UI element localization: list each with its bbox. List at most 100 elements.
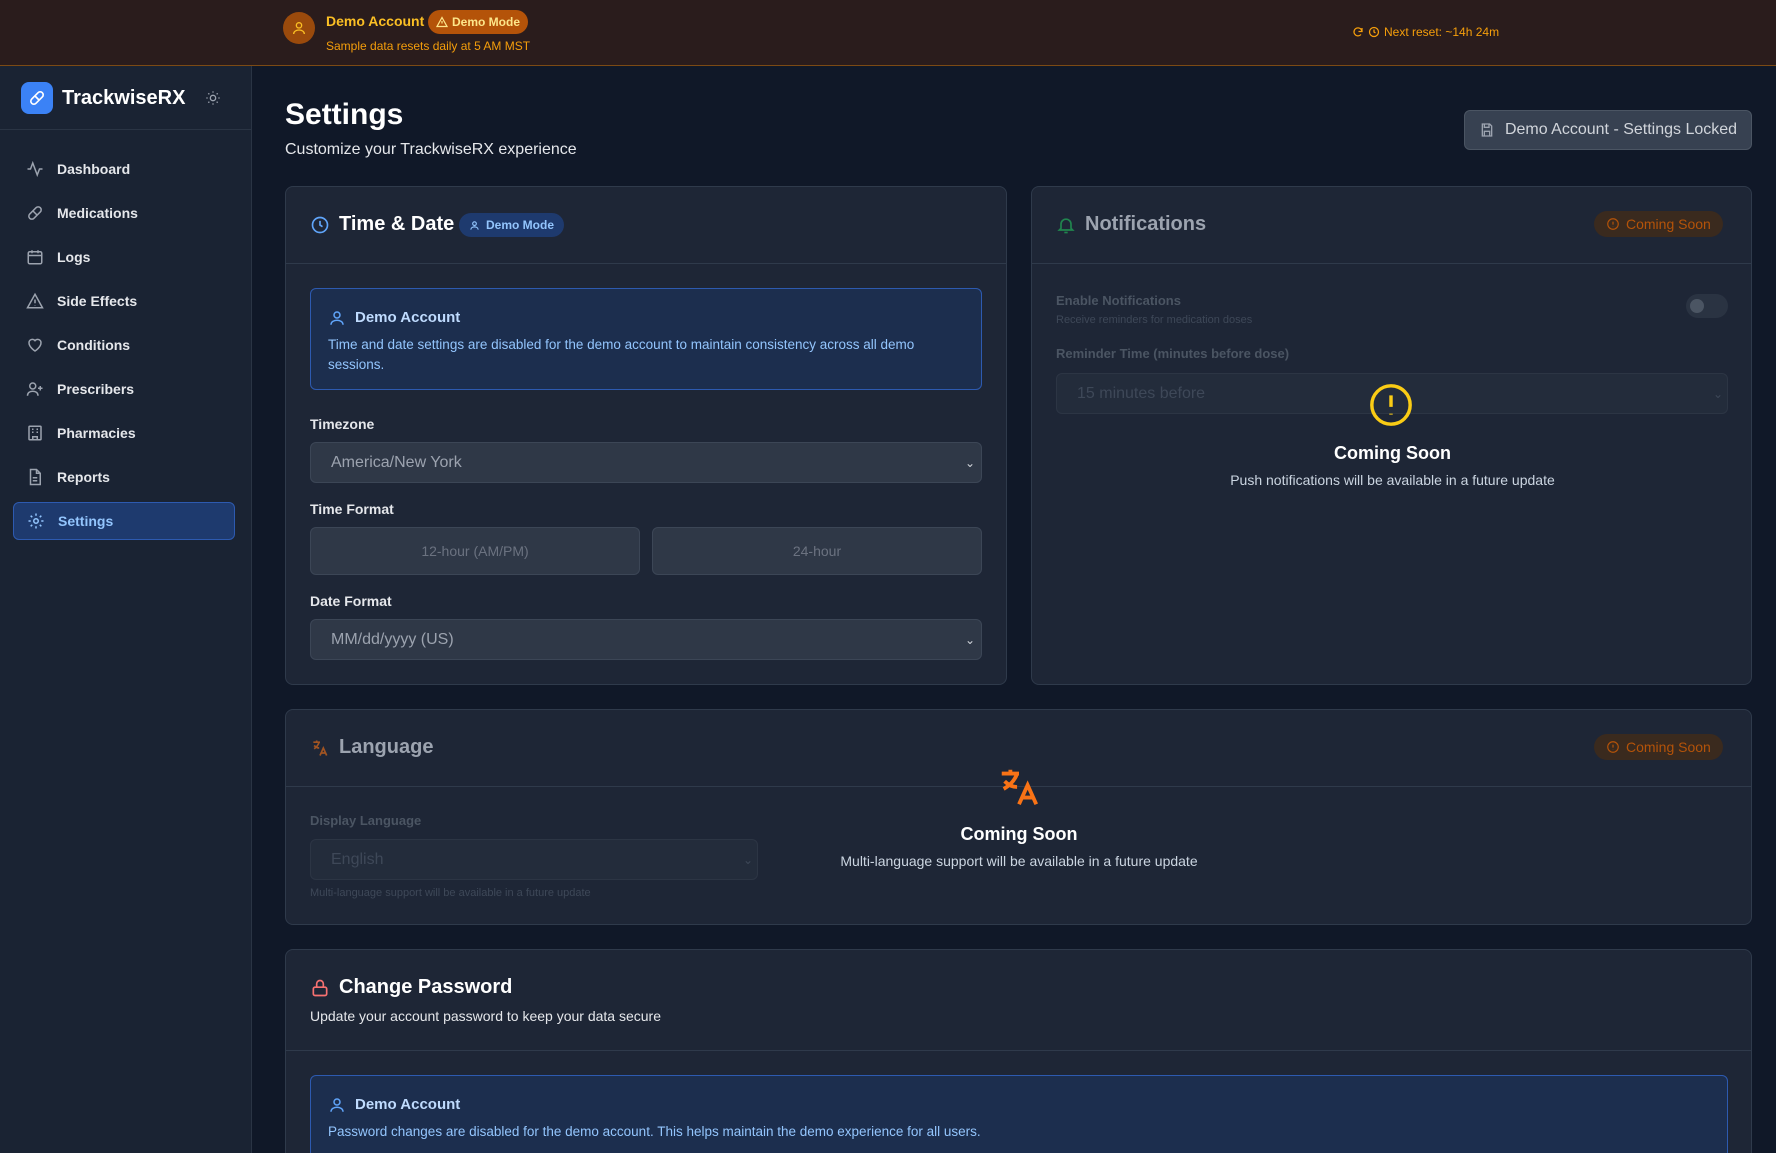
reset-timer: Next reset: ~14h 24m [1352, 25, 1499, 39]
alert-circle-icon [1607, 218, 1619, 230]
page-subtitle: Customize your TrackwiseRX experience [285, 141, 577, 158]
date-format-select[interactable]: MM/dd/yyyy (US) ⌄ [310, 619, 982, 660]
sidebar-item-label: Side Effects [57, 293, 138, 309]
sidebar-item-prescribers[interactable]: Prescribers [13, 370, 235, 408]
translate-icon [1001, 769, 1038, 806]
notifications-title: Notifications [1085, 213, 1207, 235]
reset-timer-label: Next reset: ~14h 24m [1384, 25, 1500, 39]
sidebar-item-label: Reports [57, 469, 110, 485]
notice-title: Demo Account [355, 1096, 461, 1113]
language-card: Language Coming Soon Display Language En… [285, 709, 1752, 925]
time-format-12h-label: 12-hour (AM/PM) [421, 543, 529, 559]
sidebar-item-medications[interactable]: Medications [13, 194, 235, 232]
reminder-time-value: 15 minutes before [1077, 384, 1206, 402]
demo-banner: Demo Account Demo Mode Sample data reset… [0, 0, 1776, 66]
coming-soon-label: Coming Soon [1626, 216, 1711, 232]
demo-mode-badge: Demo Mode [428, 10, 529, 34]
demo-mode-badge-label: Demo Mode [452, 15, 521, 29]
user-icon [283, 12, 315, 44]
notice-title: Demo Account [355, 309, 461, 326]
time-format-label: Time Format [310, 501, 394, 517]
user-icon [470, 220, 479, 230]
brand-name: TrackwiseRX [62, 87, 186, 109]
sidebar-item-settings[interactable]: Settings [13, 502, 235, 540]
time-format-24h-button[interactable]: 24-hour [652, 527, 982, 575]
change-password-card: Change Password Update your account pass… [285, 949, 1752, 1153]
heart-icon [25, 335, 45, 355]
pill-logo-icon [21, 82, 53, 114]
display-language-label: Display Language [310, 813, 422, 828]
sun-icon[interactable] [204, 89, 222, 107]
sidebar-item-dashboard[interactable]: Dashboard [13, 150, 235, 188]
chevron-down-icon: ⌄ [1712, 387, 1723, 401]
coming-soon-badge: Coming Soon [1594, 211, 1723, 237]
alert-circle-icon [1370, 384, 1412, 426]
enable-notifications-desc: Receive reminders for medication doses [1056, 314, 1253, 326]
user-plus-icon [25, 379, 45, 399]
sidebar-item-label: Prescribers [57, 381, 135, 397]
time-date-header: Time & Date Demo Mode [286, 187, 1006, 264]
calendar-icon [25, 247, 45, 267]
sidebar-item-label: Conditions [57, 337, 131, 353]
warning-icon [436, 16, 448, 28]
gear-icon [26, 511, 46, 531]
timezone-label: Timezone [310, 416, 375, 432]
notice-text: Time and date settings are disabled for … [328, 337, 915, 372]
settings-locked-button[interactable]: Demo Account - Settings Locked [1464, 110, 1752, 150]
page-title: Settings [285, 98, 404, 131]
alert-circle-icon [1607, 741, 1619, 753]
banner-subtitle: Sample data resets daily at 5 AM MST [326, 39, 531, 53]
notifications-card: Notifications Coming Soon Enable Notific… [1031, 186, 1752, 685]
change-password-subtitle: Update your account password to keep you… [310, 1008, 661, 1024]
lock-icon [312, 979, 328, 997]
change-password-header: Change Password Update your account pass… [286, 950, 1751, 1051]
reminder-time-label: Reminder Time (minutes before dose) [1056, 346, 1290, 361]
translate-icon [313, 740, 328, 756]
brand: TrackwiseRX [0, 66, 251, 130]
coming-soon-badge: Coming Soon [1594, 734, 1723, 760]
chevron-down-icon: ⌄ [964, 633, 975, 647]
demo-account-notice: Demo Account Time and date settings are … [310, 288, 982, 390]
building-icon [25, 423, 45, 443]
demo-mode-badge-label: Demo Mode [486, 218, 555, 232]
clock-icon [311, 216, 329, 234]
user-icon [330, 1098, 344, 1112]
demo-mode-badge: Demo Mode [459, 213, 565, 237]
time-date-card: Time & Date Demo Mode Demo Account Time … [285, 186, 1007, 685]
banner-account-name: Demo Account [326, 13, 425, 29]
sidebar: TrackwiseRX Dashboard Medications Logs S… [0, 66, 252, 1153]
pill-icon [25, 203, 45, 223]
bell-icon [1057, 218, 1075, 234]
notice-text: Password changes are disabled for the de… [328, 1124, 981, 1139]
settings-locked-label: Demo Account - Settings Locked [1504, 121, 1738, 138]
clock-icon [1368, 26, 1380, 38]
sidebar-item-label: Dashboard [57, 161, 131, 177]
sidebar-item-conditions[interactable]: Conditions [13, 326, 235, 364]
display-language-select[interactable]: English ⌄ [310, 839, 758, 880]
sidebar-item-label: Medications [57, 205, 138, 221]
date-format-value: MM/dd/yyyy (US) [331, 630, 454, 648]
date-format-label: Date Format [310, 593, 392, 609]
warning-icon [25, 291, 45, 311]
notifications-coming-soon-text: Push notifications will be available in … [1230, 472, 1555, 488]
sidebar-item-label: Logs [57, 249, 91, 265]
notifications-coming-soon-title: Coming Soon [1334, 443, 1451, 463]
sidebar-item-side-effects[interactable]: Side Effects [13, 282, 235, 320]
sidebar-item-pharmacies[interactable]: Pharmacies [13, 414, 235, 452]
change-password-title: Change Password [339, 976, 513, 998]
save-icon [1481, 123, 1493, 137]
notifications-toggle[interactable] [1686, 294, 1728, 318]
activity-icon [25, 159, 45, 179]
sidebar-nav: Dashboard Medications Logs Side Effects … [0, 130, 251, 540]
notifications-header: Notifications Coming Soon [1032, 187, 1751, 264]
display-language-help: Multi-language support will be available… [310, 887, 591, 899]
refresh-icon [1353, 27, 1363, 37]
chevron-down-icon: ⌄ [964, 456, 975, 470]
time-format-12h-button[interactable]: 12-hour (AM/PM) [310, 527, 640, 575]
document-icon [25, 467, 45, 487]
sidebar-item-logs[interactable]: Logs [13, 238, 235, 276]
timezone-select[interactable]: America/New York ⌄ [310, 442, 982, 483]
timezone-value: America/New York [331, 453, 462, 471]
language-coming-soon-text: Multi-language support will be available… [840, 853, 1198, 869]
sidebar-item-reports[interactable]: Reports [13, 458, 235, 496]
